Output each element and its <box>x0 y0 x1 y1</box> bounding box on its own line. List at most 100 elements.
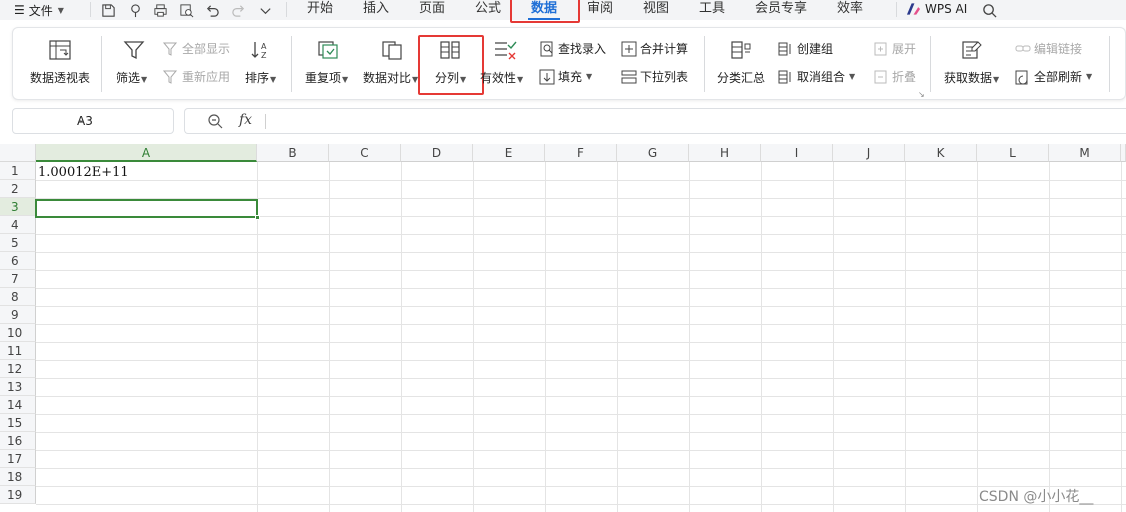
row-header-1[interactable]: 1 <box>0 162 36 180</box>
grid-line <box>1049 162 1050 512</box>
column-header-b[interactable]: B <box>257 144 329 162</box>
row-header-17[interactable]: 17 <box>0 450 36 468</box>
wps-ai-button[interactable]: WPS AI <box>906 2 967 16</box>
column-header-e[interactable]: E <box>473 144 545 162</box>
validity-icon[interactable] <box>493 40 517 60</box>
tab-efficiency[interactable]: 效率 <box>837 0 863 20</box>
chevron-down-icon[interactable]: ⌄ <box>77 114 167 125</box>
reapply-button[interactable]: 重新应用 <box>163 68 230 85</box>
print-preview-icon[interactable] <box>179 0 194 20</box>
row-header-13[interactable]: 13 <box>0 378 36 396</box>
column-header-d[interactable]: D <box>401 144 473 162</box>
find-entry-button[interactable]: 查找录入 <box>539 40 606 57</box>
tab-review[interactable]: 审阅 <box>587 0 613 20</box>
expand-button[interactable]: 展开 <box>873 40 916 57</box>
split-column-button[interactable]: 分列▼ <box>435 69 466 86</box>
spreadsheet-grid[interactable]: A B C D E F G H I J K L M 1 2 3 4 5 6 7 … <box>0 144 1126 512</box>
column-header-l[interactable]: L <box>977 144 1049 162</box>
row-header-2[interactable]: 2 <box>0 180 36 198</box>
duplicates-icon[interactable] <box>317 40 339 60</box>
tab-data[interactable]: 数据 <box>531 0 557 20</box>
subtotal-button[interactable]: 分类汇总 <box>717 69 765 86</box>
link-icon <box>1015 45 1031 51</box>
get-data-icon[interactable] <box>961 40 983 60</box>
row-header-11[interactable]: 11 <box>0 342 36 360</box>
more-chevron-icon[interactable] <box>258 0 273 20</box>
column-header-a[interactable]: A <box>36 144 257 162</box>
split-column-icon[interactable] <box>439 40 461 60</box>
fill-handle[interactable] <box>255 215 260 220</box>
pivot-table-button[interactable]: 数据透视表 <box>30 69 90 86</box>
column-header-n[interactable] <box>1121 144 1126 162</box>
select-all-corner[interactable] <box>0 144 36 162</box>
show-all-button[interactable]: 全部显示 <box>163 40 230 57</box>
row-header-15[interactable]: 15 <box>0 414 36 432</box>
row-header-8[interactable]: 8 <box>0 288 36 306</box>
column-header-i[interactable]: I <box>761 144 833 162</box>
cell-a1[interactable]: 1.00012E+11 <box>38 165 129 180</box>
tab-view[interactable]: 视图 <box>643 0 669 20</box>
merge-calc-button[interactable]: 合并计算 <box>621 40 688 57</box>
print-icon[interactable] <box>153 0 168 20</box>
column-header-f[interactable]: F <box>545 144 617 162</box>
refresh-all-button[interactable]: 全部刷新 ▼ <box>1015 68 1092 85</box>
compare-button[interactable]: 数据对比▼ <box>363 69 418 86</box>
zoom-icon[interactable] <box>207 113 223 132</box>
row-header-19[interactable]: 19 <box>0 486 36 504</box>
format-painter-icon[interactable] <box>128 0 143 20</box>
sort-icon[interactable]: AZ <box>251 40 273 60</box>
chevron-down-icon: ▼ <box>460 75 467 84</box>
pivot-table-icon[interactable] <box>49 40 71 60</box>
name-box[interactable]: A3 ⌄ <box>12 108 174 134</box>
tab-formula[interactable]: 公式 <box>475 0 501 20</box>
row-header-18[interactable]: 18 <box>0 468 36 486</box>
watermark: CSDN @小小花__ <box>979 489 1094 505</box>
grid-line <box>36 270 1126 271</box>
column-header-g[interactable]: G <box>617 144 689 162</box>
column-header-j[interactable]: J <box>833 144 905 162</box>
column-header-h[interactable]: H <box>689 144 761 162</box>
column-header-k[interactable]: K <box>905 144 977 162</box>
get-data-button[interactable]: 获取数据▼ <box>944 69 999 86</box>
row-header-4[interactable]: 4 <box>0 216 36 234</box>
collapse-button[interactable]: 折叠 <box>873 68 916 85</box>
row-header-14[interactable]: 14 <box>0 396 36 414</box>
column-header-c[interactable]: C <box>329 144 401 162</box>
tab-page[interactable]: 页面 <box>419 0 445 20</box>
create-group-button[interactable]: 创建组 <box>778 40 833 57</box>
row-header-9[interactable]: 9 <box>0 306 36 324</box>
validity-button[interactable]: 有效性▼ <box>480 69 523 86</box>
sort-button[interactable]: 排序▼ <box>245 69 276 86</box>
undo-icon[interactable] <box>205 0 220 20</box>
dropdown-list-button[interactable]: 下拉列表 <box>621 68 688 85</box>
row-header-16[interactable]: 16 <box>0 432 36 450</box>
row-header-5[interactable]: 5 <box>0 234 36 252</box>
tab-member[interactable]: 会员专享 <box>755 0 807 20</box>
row-header-12[interactable]: 12 <box>0 360 36 378</box>
tab-insert[interactable]: 插入 <box>363 0 389 20</box>
group-launcher-icon[interactable]: ↘ <box>918 90 925 99</box>
compare-icon[interactable] <box>381 40 403 60</box>
row-header-10[interactable]: 10 <box>0 324 36 342</box>
fx-icon[interactable]: fx <box>239 112 252 128</box>
duplicates-button[interactable]: 重复项▼ <box>305 69 348 86</box>
row-header-7[interactable]: 7 <box>0 270 36 288</box>
filter-button[interactable]: 筛选▼ <box>116 69 147 86</box>
save-icon[interactable] <box>101 0 116 20</box>
column-header-m[interactable]: M <box>1049 144 1121 162</box>
row-header-6[interactable]: 6 <box>0 252 36 270</box>
subtotal-icon[interactable] <box>730 40 752 60</box>
filter-icon[interactable] <box>123 40 145 60</box>
wps-ai-label: WPS AI <box>925 2 968 16</box>
file-menu[interactable]: ☰ 文件 ▼ <box>14 0 64 20</box>
tab-tools[interactable]: 工具 <box>699 0 725 20</box>
row-header-3[interactable]: 3 <box>0 198 36 216</box>
fill-button[interactable]: 填充 ▼ <box>539 68 592 85</box>
tab-home[interactable]: 开始 <box>307 0 333 20</box>
edit-links-button[interactable]: 编辑链接 <box>1015 40 1082 57</box>
active-cell-a3[interactable] <box>35 199 260 220</box>
ungroup-button[interactable]: 取消组合 ▼ <box>778 68 855 85</box>
grid-line <box>977 162 978 512</box>
search-icon[interactable] <box>982 0 997 20</box>
redo-icon[interactable] <box>231 0 246 20</box>
